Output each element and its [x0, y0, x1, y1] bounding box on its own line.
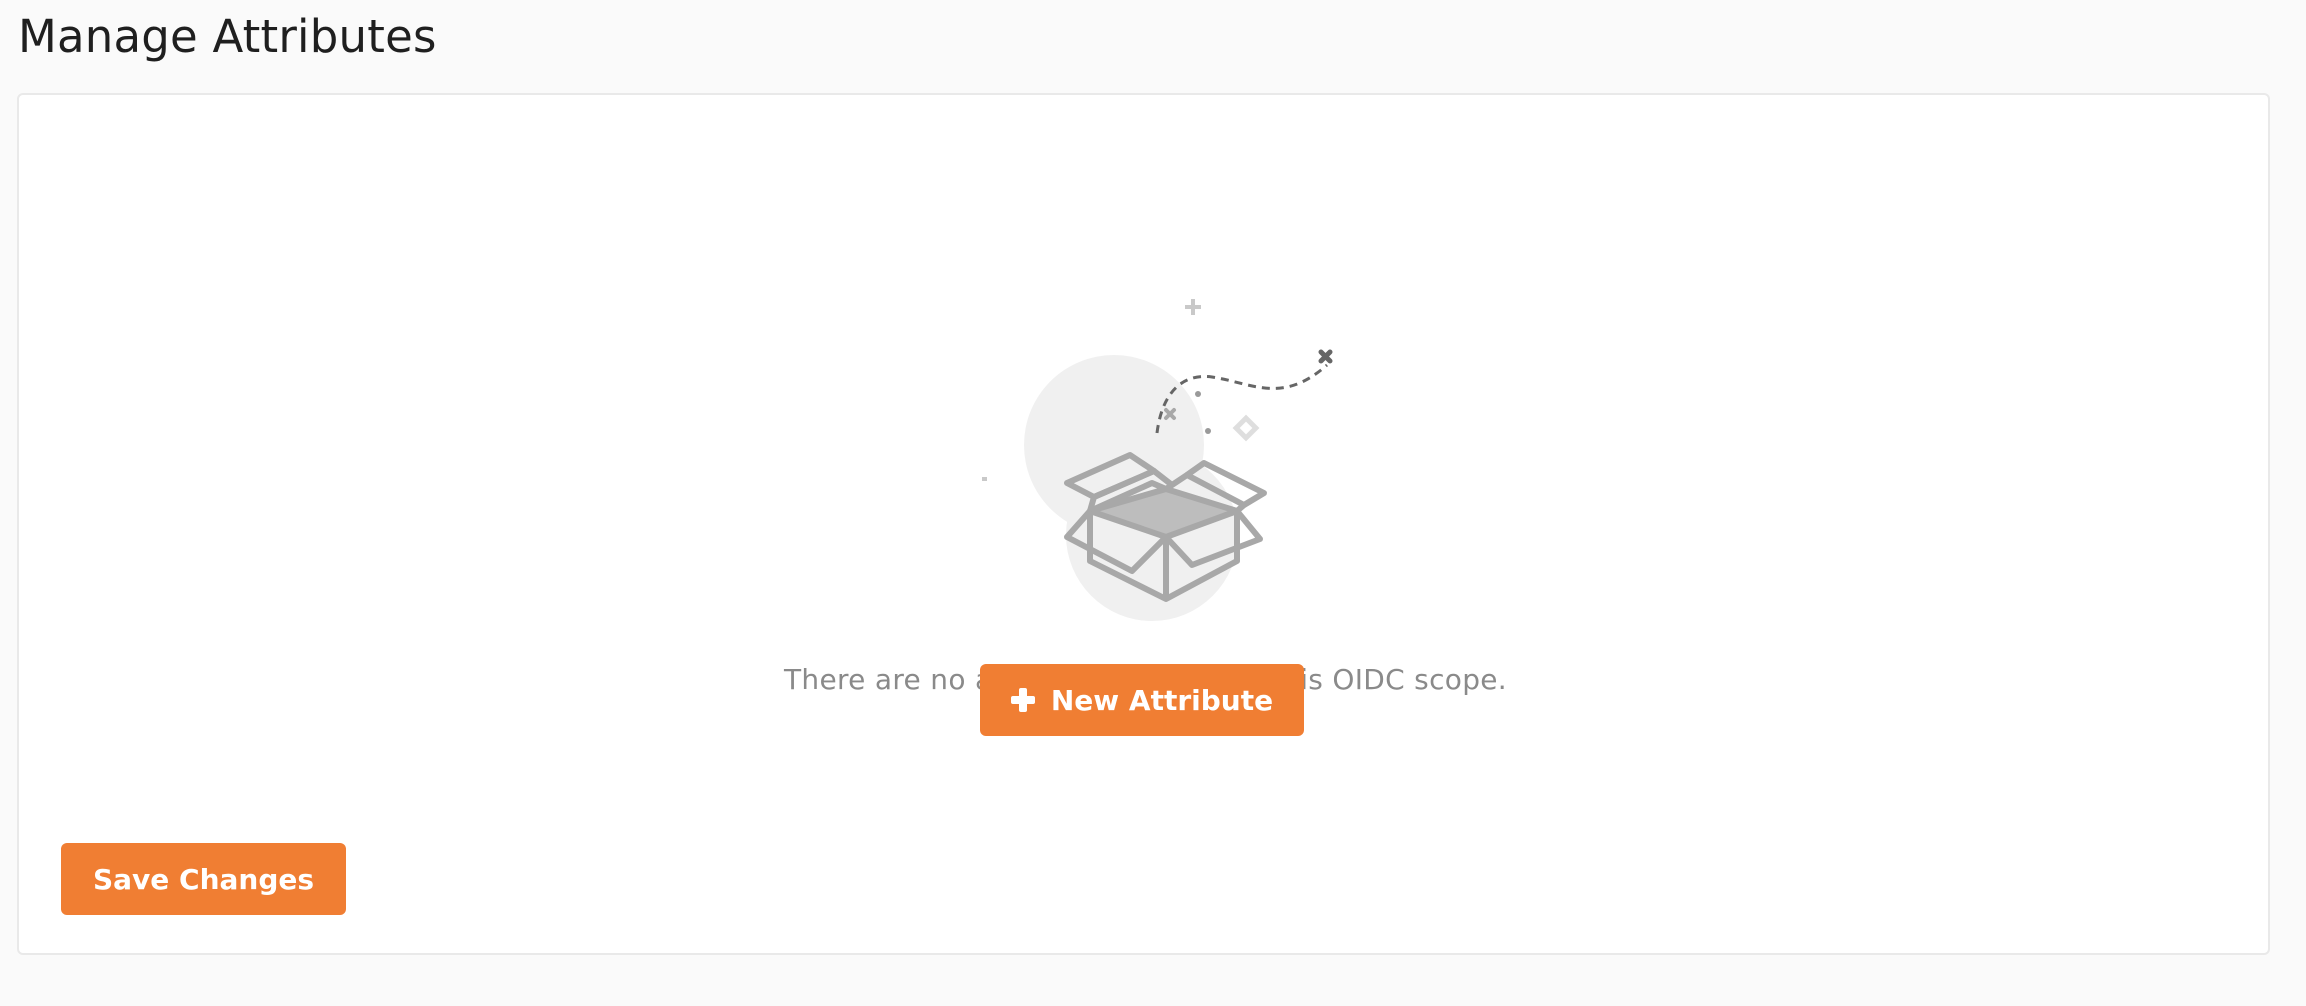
new-attribute-button[interactable]: New Attribute	[980, 664, 1304, 736]
dot	[1205, 428, 1211, 434]
dot	[1195, 391, 1201, 397]
x-mark-icon-small	[1164, 408, 1176, 420]
new-attribute-label: New Attribute	[1050, 683, 1274, 717]
save-changes-button[interactable]: Save Changes	[61, 843, 346, 915]
plus-icon	[1010, 688, 1035, 712]
page-title: Manage Attributes	[18, 10, 437, 63]
attributes-panel: There are no attributes added for this O…	[17, 93, 2270, 955]
save-changes-label: Save Changes	[92, 862, 315, 896]
diamond-sparkle-icon	[1232, 414, 1260, 442]
x-mark-icon	[1318, 349, 1333, 364]
empty-box-illustration	[982, 299, 1333, 621]
